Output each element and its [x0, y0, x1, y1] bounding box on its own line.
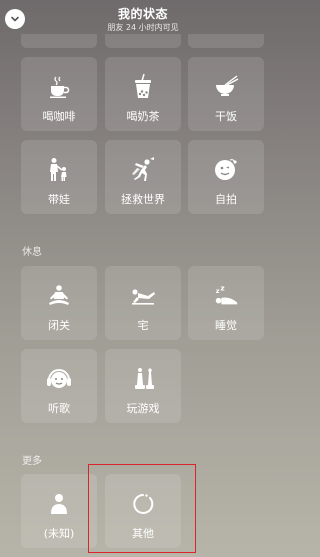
status-label: 带娃 — [48, 193, 70, 206]
status-tile-retreat[interactable]: 闭关 — [21, 266, 97, 340]
status-tile-other[interactable]: 其他 — [105, 474, 181, 548]
status-label: 喝奶茶 — [126, 110, 160, 123]
status-tile-partial-1[interactable] — [21, 34, 97, 48]
status-tile-save-world[interactable]: 拯救世界 — [105, 140, 181, 214]
status-tile-unknown[interactable]: (未知) — [21, 474, 97, 548]
unknown-person-icon — [46, 491, 72, 517]
status-label: 听歌 — [48, 402, 70, 415]
refresh-circle-icon — [130, 491, 156, 517]
rice-bowl-icon — [213, 74, 239, 100]
flying-hero-icon — [130, 157, 156, 183]
coffee-cup-icon — [46, 74, 72, 100]
status-label: 干饭 — [215, 110, 237, 123]
status-tile-milk-tea[interactable]: 喝奶茶 — [105, 57, 181, 131]
status-label: 其他 — [132, 527, 154, 540]
status-tile-music[interactable]: 听歌 — [21, 349, 97, 423]
status-label: (未知) — [43, 527, 75, 540]
headphones-icon — [46, 366, 72, 392]
chess-pieces-icon — [130, 366, 156, 392]
status-label: 拯救世界 — [121, 193, 165, 206]
status-label: 闭关 — [48, 319, 70, 332]
lying-down-icon — [130, 283, 156, 309]
status-tile-selfie[interactable]: 自拍 — [188, 140, 264, 214]
status-label: 宅 — [137, 319, 149, 332]
status-tile-childcare[interactable]: 带娃 — [21, 140, 97, 214]
bubble-tea-icon — [130, 74, 156, 100]
parent-with-child-icon — [46, 157, 72, 183]
status-tile-eat-rice[interactable]: 干饭 — [188, 57, 264, 131]
status-label: 喝咖啡 — [42, 110, 76, 123]
section-label-rest: 休息 — [22, 247, 42, 258]
status-header: 我的状态 朋友 24 小时内可见 — [0, 0, 286, 38]
visibility-note: 朋友 24 小时内可见 — [107, 23, 179, 32]
status-label: 玩游戏 — [126, 402, 160, 415]
sleeping-zzz-icon: z z — [213, 283, 239, 309]
svg-text:z: z — [220, 284, 224, 292]
section-label-more: 更多 — [22, 456, 42, 467]
status-label: 自拍 — [215, 193, 237, 206]
status-label: 睡觉 — [215, 319, 237, 332]
meditation-icon — [46, 283, 72, 309]
page-title: 我的状态 — [117, 7, 168, 21]
status-tile-sleep[interactable]: z z 睡觉 — [188, 266, 264, 340]
svg-text:z: z — [216, 287, 220, 295]
status-tile-partial-2[interactable] — [105, 34, 181, 48]
selfie-face-icon — [213, 157, 239, 183]
status-tile-partial-3[interactable] — [188, 34, 264, 48]
status-tile-homebody[interactable]: 宅 — [105, 266, 181, 340]
status-tile-coffee[interactable]: 喝咖啡 — [21, 57, 97, 131]
status-tile-gaming[interactable]: 玩游戏 — [105, 349, 181, 423]
